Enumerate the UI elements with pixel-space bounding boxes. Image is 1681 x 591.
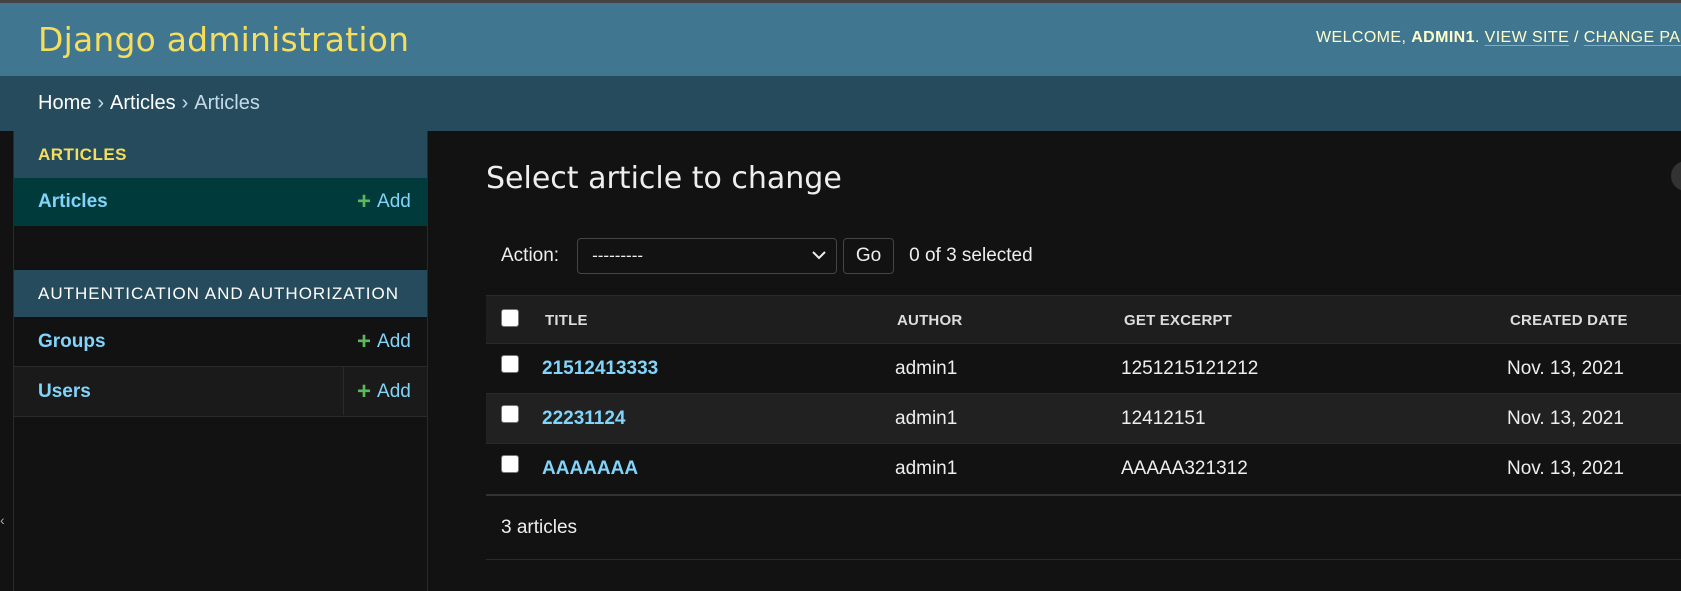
user-tools-separator: / <box>1574 29 1579 46</box>
action-select-value: --------- <box>592 246 644 265</box>
view-site-link[interactable]: VIEW SITE <box>1485 29 1570 46</box>
module-articles: ARTICLES Articles + Add <box>14 131 427 226</box>
sidebar-toggle-icon[interactable]: ‹ <box>0 512 8 528</box>
column-header-created-date[interactable]: CREATED DATE <box>1510 312 1628 329</box>
article-created-date: Nov. 13, 2021 <box>1507 358 1624 379</box>
article-excerpt: AAAAA321312 <box>1121 458 1248 479</box>
article-author: admin1 <box>895 358 958 379</box>
article-excerpt: 1251215121212 <box>1121 358 1259 379</box>
sidebar-collapse-strip[interactable]: ‹ <box>0 131 14 591</box>
go-button[interactable]: Go <box>843 238 895 274</box>
selection-counter: 0 of 3 selected <box>909 245 1033 266</box>
table-row: AAAAAAA admin1 AAAAA321312 Nov. 13, 2021 <box>486 444 1681 494</box>
article-title-link[interactable]: 22231124 <box>542 408 626 430</box>
sidebar-item-articles: Articles + Add <box>14 178 427 226</box>
add-label: Add <box>377 190 411 212</box>
add-label: Add <box>377 380 411 402</box>
breadcrumb-separator: › <box>181 92 189 114</box>
article-author: admin1 <box>895 458 958 479</box>
column-header-title[interactable]: TITLE <box>545 312 588 329</box>
results-table: TITLE AUTHOR GET EXCERPT CREATED DATE 21… <box>486 295 1681 560</box>
table-header: TITLE AUTHOR GET EXCERPT CREATED DATE <box>486 295 1681 344</box>
action-label: Action: <box>501 245 560 266</box>
breadcrumb-separator: › <box>97 92 105 114</box>
module-auth: AUTHENTICATION AND AUTHORIZATION Groups … <box>14 270 427 417</box>
add-label: Add <box>377 330 411 352</box>
welcome-text: WELCOME, <box>1316 29 1407 46</box>
table-row: 22231124 admin1 12412151 Nov. 13, 2021 <box>486 394 1681 444</box>
chevron-down-icon <box>812 251 826 260</box>
object-tools-button[interactable] <box>1671 161 1681 191</box>
plus-icon: + <box>357 377 372 405</box>
change-password-link[interactable]: CHANGE PAS <box>1584 29 1681 46</box>
nav-sidebar: ‹ ARTICLES Articles + Add AUTHENTICATION… <box>0 131 428 591</box>
article-title-link[interactable]: AAAAAAA <box>542 458 638 480</box>
table-row: 21512413333 admin1 1251215121212 Nov. 13… <box>486 344 1681 394</box>
module-caption-auth[interactable]: AUTHENTICATION AND AUTHORIZATION <box>14 270 427 317</box>
main-content: Select article to change Action: -------… <box>428 131 1681 591</box>
breadcrumb-current: Articles <box>194 92 260 114</box>
breadcrumb: Home › Articles › Articles <box>0 76 1681 131</box>
article-created-date: Nov. 13, 2021 <box>1507 408 1624 429</box>
add-group-link[interactable]: + Add <box>357 327 411 355</box>
header: Django administration WELCOME, ADMIN1. V… <box>0 3 1681 76</box>
user-tools: WELCOME, ADMIN1. VIEW SITE / CHANGE PAS <box>1316 29 1681 47</box>
article-author: admin1 <box>895 408 958 429</box>
breadcrumb-app[interactable]: Articles <box>110 92 176 115</box>
column-header-author[interactable]: AUTHOR <box>897 312 962 329</box>
article-excerpt: 12412151 <box>1121 408 1206 429</box>
site-branding[interactable]: Django administration <box>38 20 409 59</box>
row-checkbox[interactable] <box>501 455 519 473</box>
page-title: Select article to change <box>486 161 842 196</box>
add-user-link[interactable]: + Add <box>357 377 411 405</box>
breadcrumb-home[interactable]: Home <box>38 92 91 115</box>
plus-icon: + <box>357 187 372 215</box>
sidebar-item-groups: Groups + Add <box>14 317 427 367</box>
row-checkbox[interactable] <box>501 405 519 423</box>
module-caption-articles[interactable]: ARTICLES <box>14 131 427 178</box>
select-all-checkbox[interactable] <box>501 309 519 327</box>
username: ADMIN1 <box>1411 29 1475 46</box>
article-title-link[interactable]: 21512413333 <box>542 358 658 380</box>
sidebar-item-users: Users + Add <box>14 367 427 417</box>
column-header-excerpt: GET EXCERPT <box>1124 312 1233 329</box>
action-select[interactable]: --------- <box>577 238 838 274</box>
paginator: 3 articles <box>486 494 1681 560</box>
sidebar-item-users-link[interactable]: Users <box>14 381 91 403</box>
plus-icon: + <box>357 327 372 355</box>
sidebar-item-articles-link[interactable]: Articles <box>14 191 108 213</box>
row-checkbox[interactable] <box>501 355 519 373</box>
add-article-link[interactable]: + Add <box>357 187 411 215</box>
sidebar-item-groups-link[interactable]: Groups <box>14 331 106 353</box>
article-created-date: Nov. 13, 2021 <box>1507 458 1624 479</box>
actions-bar: Action: --------- Go 0 of 3 selected <box>486 238 1033 274</box>
